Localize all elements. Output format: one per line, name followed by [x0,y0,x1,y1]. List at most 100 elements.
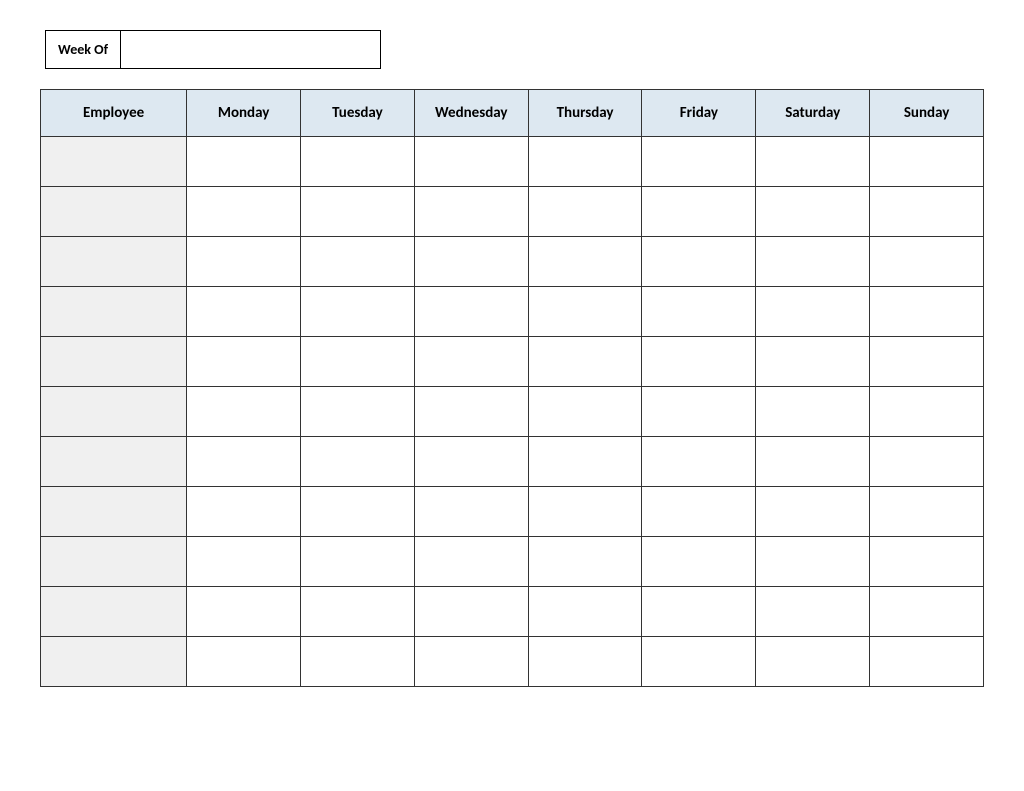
day-header-wednesday: Wednesday [414,90,528,137]
schedule-cell[interactable] [187,587,301,637]
schedule-cell[interactable] [642,237,756,287]
schedule-cell[interactable] [642,387,756,437]
schedule-cell[interactable] [642,187,756,237]
employee-cell[interactable] [41,387,187,437]
day-header-friday: Friday [642,90,756,137]
employee-cell[interactable] [41,637,187,687]
week-of-label: Week Of [45,30,121,69]
schedule-cell[interactable] [187,537,301,587]
schedule-cell[interactable] [528,587,642,637]
day-header-monday: Monday [187,90,301,137]
schedule-cell[interactable] [301,187,415,237]
schedule-cell[interactable] [187,237,301,287]
schedule-cell[interactable] [870,237,984,287]
schedule-cell[interactable] [642,537,756,587]
schedule-cell[interactable] [414,587,528,637]
schedule-cell[interactable] [301,587,415,637]
schedule-cell[interactable] [301,437,415,487]
schedule-cell[interactable] [187,387,301,437]
table-row [41,337,984,387]
schedule-cell[interactable] [642,487,756,537]
schedule-cell[interactable] [870,587,984,637]
schedule-cell[interactable] [187,487,301,537]
schedule-cell[interactable] [187,187,301,237]
schedule-cell[interactable] [642,437,756,487]
employee-cell[interactable] [41,587,187,637]
schedule-cell[interactable] [528,537,642,587]
schedule-cell[interactable] [414,387,528,437]
schedule-cell[interactable] [414,637,528,687]
employee-cell[interactable] [41,287,187,337]
schedule-cell[interactable] [414,137,528,187]
schedule-cell[interactable] [870,187,984,237]
schedule-cell[interactable] [642,587,756,637]
schedule-cell[interactable] [756,637,870,687]
table-row [41,387,984,437]
employee-cell[interactable] [41,487,187,537]
schedule-cell[interactable] [301,637,415,687]
schedule-cell[interactable] [528,637,642,687]
employee-cell[interactable] [41,237,187,287]
schedule-cell[interactable] [301,537,415,587]
week-of-input[interactable] [121,30,381,69]
schedule-cell[interactable] [187,287,301,337]
schedule-cell[interactable] [642,137,756,187]
schedule-cell[interactable] [414,437,528,487]
schedule-cell[interactable] [528,287,642,337]
schedule-cell[interactable] [870,337,984,387]
schedule-cell[interactable] [414,487,528,537]
day-header-saturday: Saturday [756,90,870,137]
schedule-cell[interactable] [756,187,870,237]
schedule-cell[interactable] [756,437,870,487]
schedule-cell[interactable] [756,387,870,437]
schedule-cell[interactable] [301,287,415,337]
schedule-cell[interactable] [414,537,528,587]
schedule-cell[interactable] [414,337,528,387]
schedule-cell[interactable] [870,537,984,587]
schedule-cell[interactable] [414,187,528,237]
employee-cell[interactable] [41,537,187,587]
employee-cell[interactable] [41,137,187,187]
employee-cell[interactable] [41,437,187,487]
schedule-cell[interactable] [301,237,415,287]
schedule-cell[interactable] [528,437,642,487]
schedule-cell[interactable] [756,287,870,337]
day-header-thursday: Thursday [528,90,642,137]
schedule-cell[interactable] [528,387,642,437]
schedule-cell[interactable] [187,337,301,387]
schedule-cell[interactable] [414,287,528,337]
schedule-cell[interactable] [528,337,642,387]
schedule-cell[interactable] [642,287,756,337]
schedule-cell[interactable] [528,187,642,237]
schedule-cell[interactable] [187,437,301,487]
schedule-cell[interactable] [414,237,528,287]
schedule-cell[interactable] [756,237,870,287]
schedule-cell[interactable] [301,487,415,537]
schedule-cell[interactable] [187,137,301,187]
schedule-cell[interactable] [756,487,870,537]
schedule-cell[interactable] [301,137,415,187]
schedule-cell[interactable] [870,137,984,187]
schedule-cell[interactable] [756,587,870,637]
employee-header: Employee [41,90,187,137]
schedule-cell[interactable] [756,337,870,387]
schedule-cell[interactable] [870,437,984,487]
schedule-cell[interactable] [870,637,984,687]
schedule-cell[interactable] [642,637,756,687]
employee-cell[interactable] [41,337,187,387]
schedule-cell[interactable] [528,237,642,287]
employee-cell[interactable] [41,187,187,237]
schedule-cell[interactable] [528,137,642,187]
schedule-cell[interactable] [301,387,415,437]
schedule-cell[interactable] [870,387,984,437]
schedule-cell[interactable] [870,487,984,537]
schedule-cell[interactable] [187,637,301,687]
schedule-cell[interactable] [301,337,415,387]
schedule-cell[interactable] [870,287,984,337]
table-row [41,587,984,637]
schedule-cell[interactable] [642,337,756,387]
table-row [41,487,984,537]
schedule-cell[interactable] [756,537,870,587]
schedule-cell[interactable] [756,137,870,187]
schedule-cell[interactable] [528,487,642,537]
